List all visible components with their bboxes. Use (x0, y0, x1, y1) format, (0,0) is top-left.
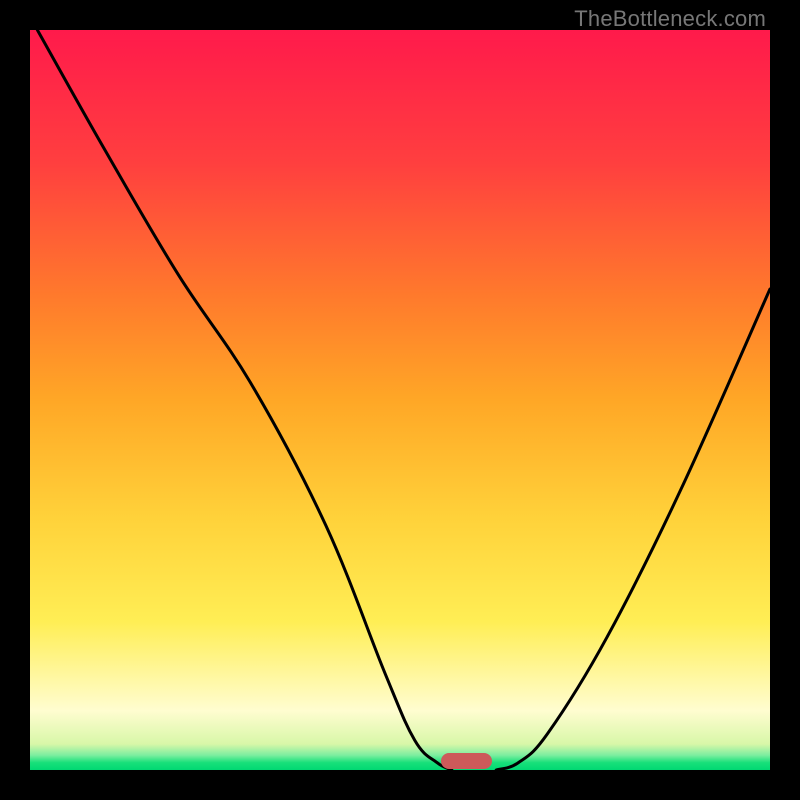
curve-right-branch (496, 289, 770, 770)
chart-frame: TheBottleneck.com (0, 0, 800, 800)
valley-marker (441, 753, 493, 769)
bottleneck-curve (30, 30, 770, 770)
plot-area (30, 30, 770, 770)
watermark-text: TheBottleneck.com (574, 6, 766, 32)
curve-left-branch (37, 30, 451, 770)
